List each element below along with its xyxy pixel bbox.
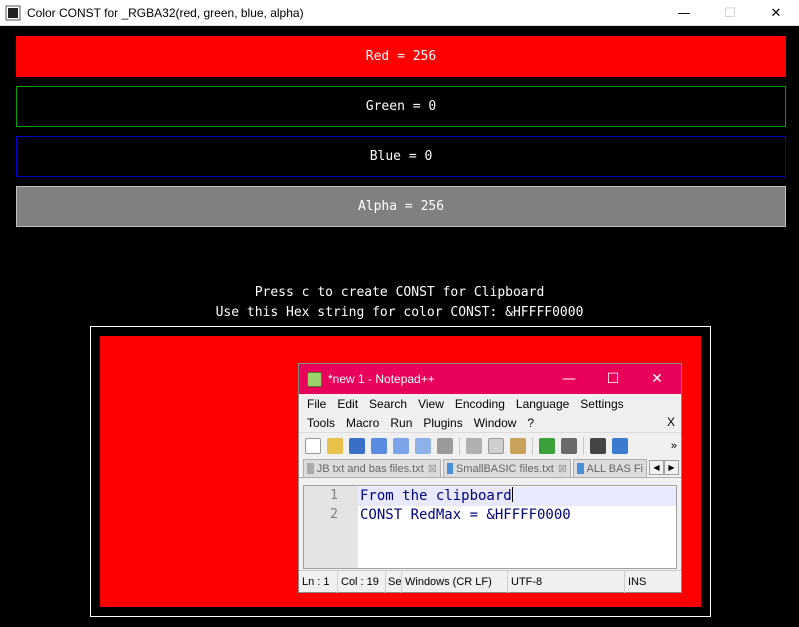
menu-close-document[interactable]: X: [667, 415, 675, 429]
red-value-bar: Red = 256: [16, 36, 786, 77]
tab-close-icon[interactable]: ⊠: [428, 462, 437, 475]
menu-run[interactable]: Run: [390, 416, 412, 430]
file-icon: [307, 463, 314, 474]
status-line: Ln : 1: [299, 570, 338, 593]
tab-scroll-left-icon[interactable]: ◀: [649, 460, 664, 475]
save-all-icon[interactable]: [371, 437, 387, 454]
tab-label: JB txt and bas files.txt: [316, 462, 424, 475]
replace-icon[interactable]: [612, 437, 628, 454]
window-title: Color CONST for _RGBA32(red, green, blue…: [27, 5, 304, 20]
menu-macro[interactable]: Macro: [346, 416, 379, 430]
line-number-gutter: 1 2: [304, 486, 358, 568]
menu-search[interactable]: Search: [369, 397, 407, 411]
toolbar-divider: [583, 436, 584, 455]
close-file-icon[interactable]: [393, 437, 409, 454]
find-icon[interactable]: [590, 437, 606, 454]
close-all-icon[interactable]: [415, 437, 431, 454]
notepad-maximize-button[interactable]: ☐: [591, 364, 635, 394]
status-encoding: UTF-8: [508, 570, 625, 593]
notepad-close-button[interactable]: ✕: [635, 364, 679, 394]
notepad-menubar: File Edit Search View Encoding Language …: [299, 394, 681, 432]
copy-icon[interactable]: [488, 437, 504, 454]
tab-jb-files[interactable]: JB txt and bas files.txt ⊠: [303, 459, 441, 477]
new-file-icon[interactable]: [305, 437, 321, 454]
menu-settings[interactable]: Settings: [580, 397, 623, 411]
notepad-title-bar[interactable]: *new 1 - Notepad++ — ☐ ✕: [299, 364, 681, 394]
notepad-tab-bar: JB txt and bas files.txt ⊠ SmallBASIC fi…: [299, 458, 681, 478]
status-eol: Windows (CR LF): [402, 570, 508, 593]
menu-encoding[interactable]: Encoding: [455, 397, 505, 411]
menu-help[interactable]: ?: [527, 416, 534, 430]
menu-file[interactable]: File: [307, 397, 326, 411]
status-selection: Se: [386, 570, 402, 593]
tab-all-bas-files[interactable]: ALL BAS Fi: [573, 459, 647, 477]
toolbar-divider: [459, 436, 460, 455]
menu-row-2: Tools Macro Run Plugins Window ?: [299, 413, 681, 432]
paste-icon[interactable]: [510, 437, 526, 454]
menu-edit[interactable]: Edit: [337, 397, 358, 411]
open-file-icon[interactable]: [327, 437, 343, 454]
file-icon: [447, 463, 453, 474]
notepad-status-bar: Ln : 1 Col : 19 Se Windows (CR LF) UTF-8…: [299, 570, 681, 593]
status-insert-mode: INS: [628, 575, 647, 588]
app-icon: [5, 5, 21, 20]
tab-close-icon[interactable]: ⊠: [558, 462, 567, 475]
save-icon[interactable]: [349, 437, 365, 454]
toolbar-divider: [532, 436, 533, 455]
text-editor[interactable]: 1 2 From the clipboard CONST RedMax = &H…: [303, 485, 677, 569]
editor-line[interactable]: From the clipboard: [358, 487, 676, 506]
notepad-toolbar: »: [299, 432, 681, 458]
tab-label: SmallBASIC files.txt: [455, 462, 554, 475]
cut-icon[interactable]: [466, 437, 482, 454]
file-icon: [577, 463, 584, 474]
close-button[interactable]: ✕: [753, 0, 799, 26]
tab-label: ALL BAS Fi: [586, 462, 643, 475]
menu-tools[interactable]: Tools: [307, 416, 335, 430]
blue-value-bar: Blue = 0: [16, 136, 786, 177]
menu-language[interactable]: Language: [516, 397, 569, 411]
menu-plugins[interactable]: Plugins: [423, 416, 462, 430]
menu-window[interactable]: Window: [474, 416, 517, 430]
text-caret: [511, 487, 513, 502]
line-text: From the clipboard: [360, 488, 512, 504]
line-text: CONST RedMax = &HFFFF0000: [360, 507, 571, 523]
line-number: 2: [330, 507, 338, 522]
notepad-window: *new 1 - Notepad++ — ☐ ✕ File Edit Searc…: [298, 363, 682, 593]
tab-scroll-right-icon[interactable]: ▶: [664, 460, 679, 475]
clipboard-instruction: Press c to create CONST for Clipboard: [254, 285, 545, 300]
tab-smallbasic-files[interactable]: SmallBASIC files.txt ⊠: [443, 459, 571, 477]
minimize-button[interactable]: —: [661, 0, 707, 26]
editor-line[interactable]: CONST RedMax = &HFFFF0000: [358, 506, 676, 525]
undo-icon[interactable]: [539, 437, 555, 454]
redo-icon[interactable]: [561, 437, 577, 454]
alpha-value-bar: Alpha = 256: [16, 186, 786, 227]
green-value-bar: Green = 0: [16, 86, 786, 127]
line-number: 1: [330, 488, 338, 503]
notepad-icon: [307, 371, 322, 387]
menu-row-1: File Edit Search View Encoding Language …: [299, 394, 681, 413]
notepad-minimize-button[interactable]: —: [547, 364, 591, 394]
tab-scroll-controls: ◀ ▶: [649, 460, 679, 475]
menu-view[interactable]: View: [418, 397, 444, 411]
maximize-button[interactable]: ☐: [707, 0, 753, 26]
print-icon[interactable]: [437, 437, 453, 454]
hex-string-message: Use this Hex string for color CONST: &HF…: [215, 305, 584, 320]
toolbar-overflow-icon[interactable]: »: [671, 440, 677, 452]
status-column: Col : 19: [338, 570, 386, 593]
notepad-title: *new 1 - Notepad++: [328, 372, 435, 386]
